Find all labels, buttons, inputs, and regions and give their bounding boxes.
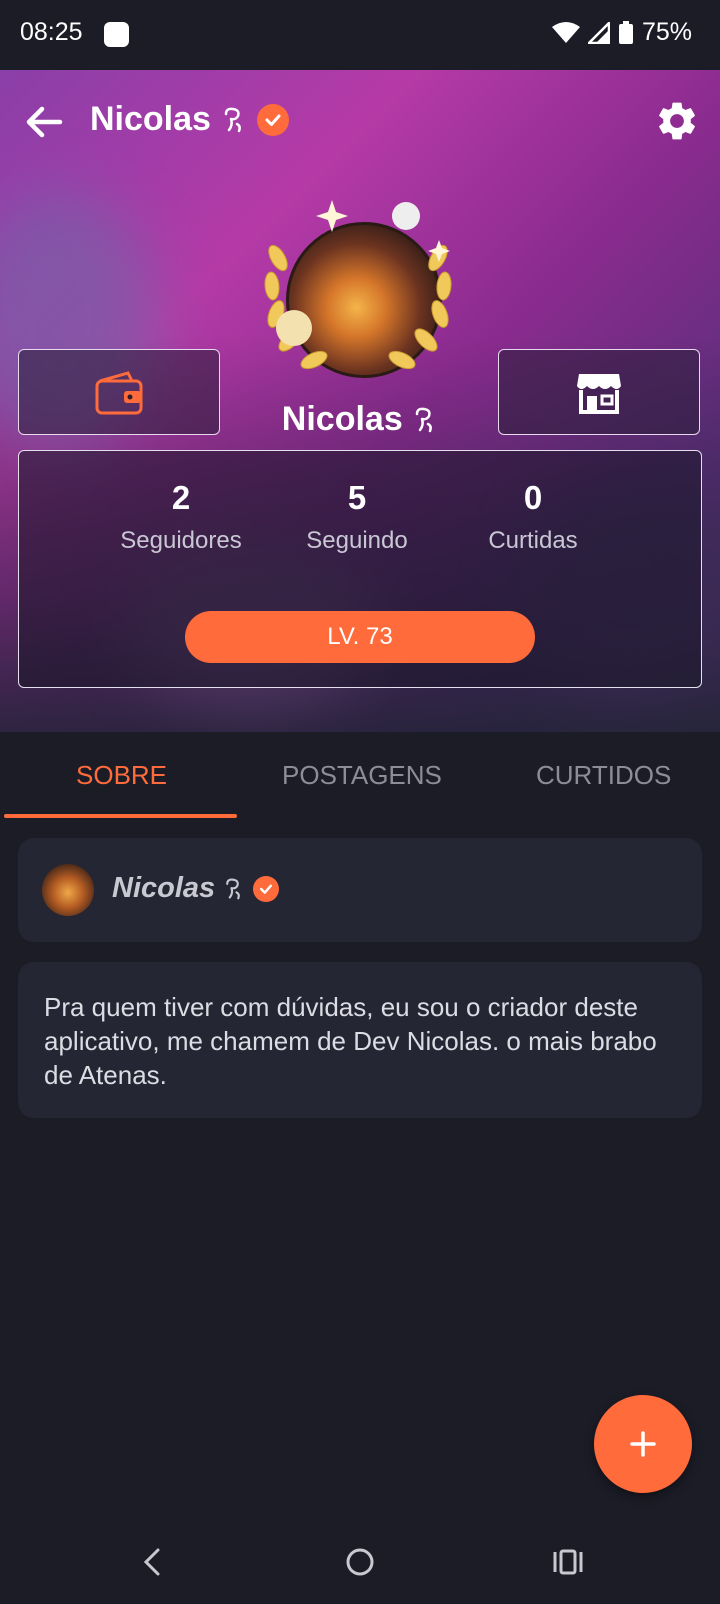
stat-likes[interactable]: 0 Curtidas: [433, 479, 633, 555]
recents-icon: [553, 1549, 583, 1575]
verified-badge-icon: [253, 875, 280, 902]
stat-value: 5: [347, 479, 367, 516]
header-name: Nicolas: [90, 100, 211, 138]
tab-sobre[interactable]: SOBRE: [76, 760, 167, 791]
profile-name-text: Nicolas: [281, 400, 403, 438]
add-post-button[interactable]: [594, 1395, 692, 1493]
author-name-row: Nicolas: [112, 872, 280, 905]
status-time: 08:25: [20, 18, 83, 46]
decoration-icon: [224, 107, 241, 132]
gear-icon[interactable]: [654, 98, 700, 144]
system-navigation-bar: [0, 1514, 720, 1604]
stat-followers[interactable]: 2 Seguidores: [81, 479, 281, 555]
author-card[interactable]: Nicolas: [18, 838, 702, 942]
active-tab-indicator: [4, 814, 237, 818]
nav-home-button[interactable]: [340, 1542, 380, 1582]
profile-tabs: SOBRE POSTAGENS CURTIDOS: [0, 732, 720, 818]
stat-label: Curtidas: [488, 527, 578, 554]
decoration-icon: [226, 878, 241, 899]
stat-label: Seguindo: [306, 527, 408, 554]
back-arrow-icon[interactable]: [22, 100, 66, 144]
decoration-icon: [415, 407, 433, 433]
bio-card: Pra quem tiver com dúvidas, eu sou o cri…: [18, 962, 702, 1118]
signal-icon: [587, 21, 610, 44]
status-right: 75%: [551, 18, 692, 47]
battery-icon: [618, 20, 633, 44]
header-title: Nicolas: [90, 100, 289, 139]
profile-name: Nicolas: [0, 400, 720, 439]
stat-value: 0: [523, 479, 543, 516]
battery-percent: 75%: [641, 18, 692, 46]
status-bar: 08:25 75%: [0, 0, 720, 70]
tab-curtidos[interactable]: CURTIDOS: [536, 760, 671, 791]
avatar: [42, 864, 94, 916]
profile-header: Nicolas Nicolas 2 Seguidores 5 Seguindo …: [0, 70, 720, 732]
author-name: Nicolas: [112, 872, 216, 904]
stats-panel: 2 Seguidores 5 Seguindo 0 Curtidas LV. 7…: [18, 450, 702, 688]
verified-badge-icon: [256, 103, 289, 136]
plus-icon: [630, 1431, 656, 1457]
laurel-frame-icon: [264, 200, 452, 370]
level-badge[interactable]: LV. 73: [185, 611, 535, 663]
profile-avatar[interactable]: [258, 188, 458, 388]
tab-postagens[interactable]: POSTAGENS: [282, 760, 442, 791]
chevron-left-icon: [143, 1548, 160, 1576]
stat-following[interactable]: 5 Seguindo: [257, 479, 457, 555]
stat-label: Seguidores: [120, 527, 242, 554]
wifi-icon: [551, 21, 580, 43]
stat-value: 2: [171, 479, 191, 516]
nav-recents-button[interactable]: [548, 1542, 588, 1582]
nav-back-button[interactable]: [132, 1542, 172, 1582]
home-circle-icon: [346, 1548, 374, 1576]
bio-text: Pra quem tiver com dúvidas, eu sou o cri…: [44, 992, 657, 1090]
notification-icon: [104, 22, 129, 47]
